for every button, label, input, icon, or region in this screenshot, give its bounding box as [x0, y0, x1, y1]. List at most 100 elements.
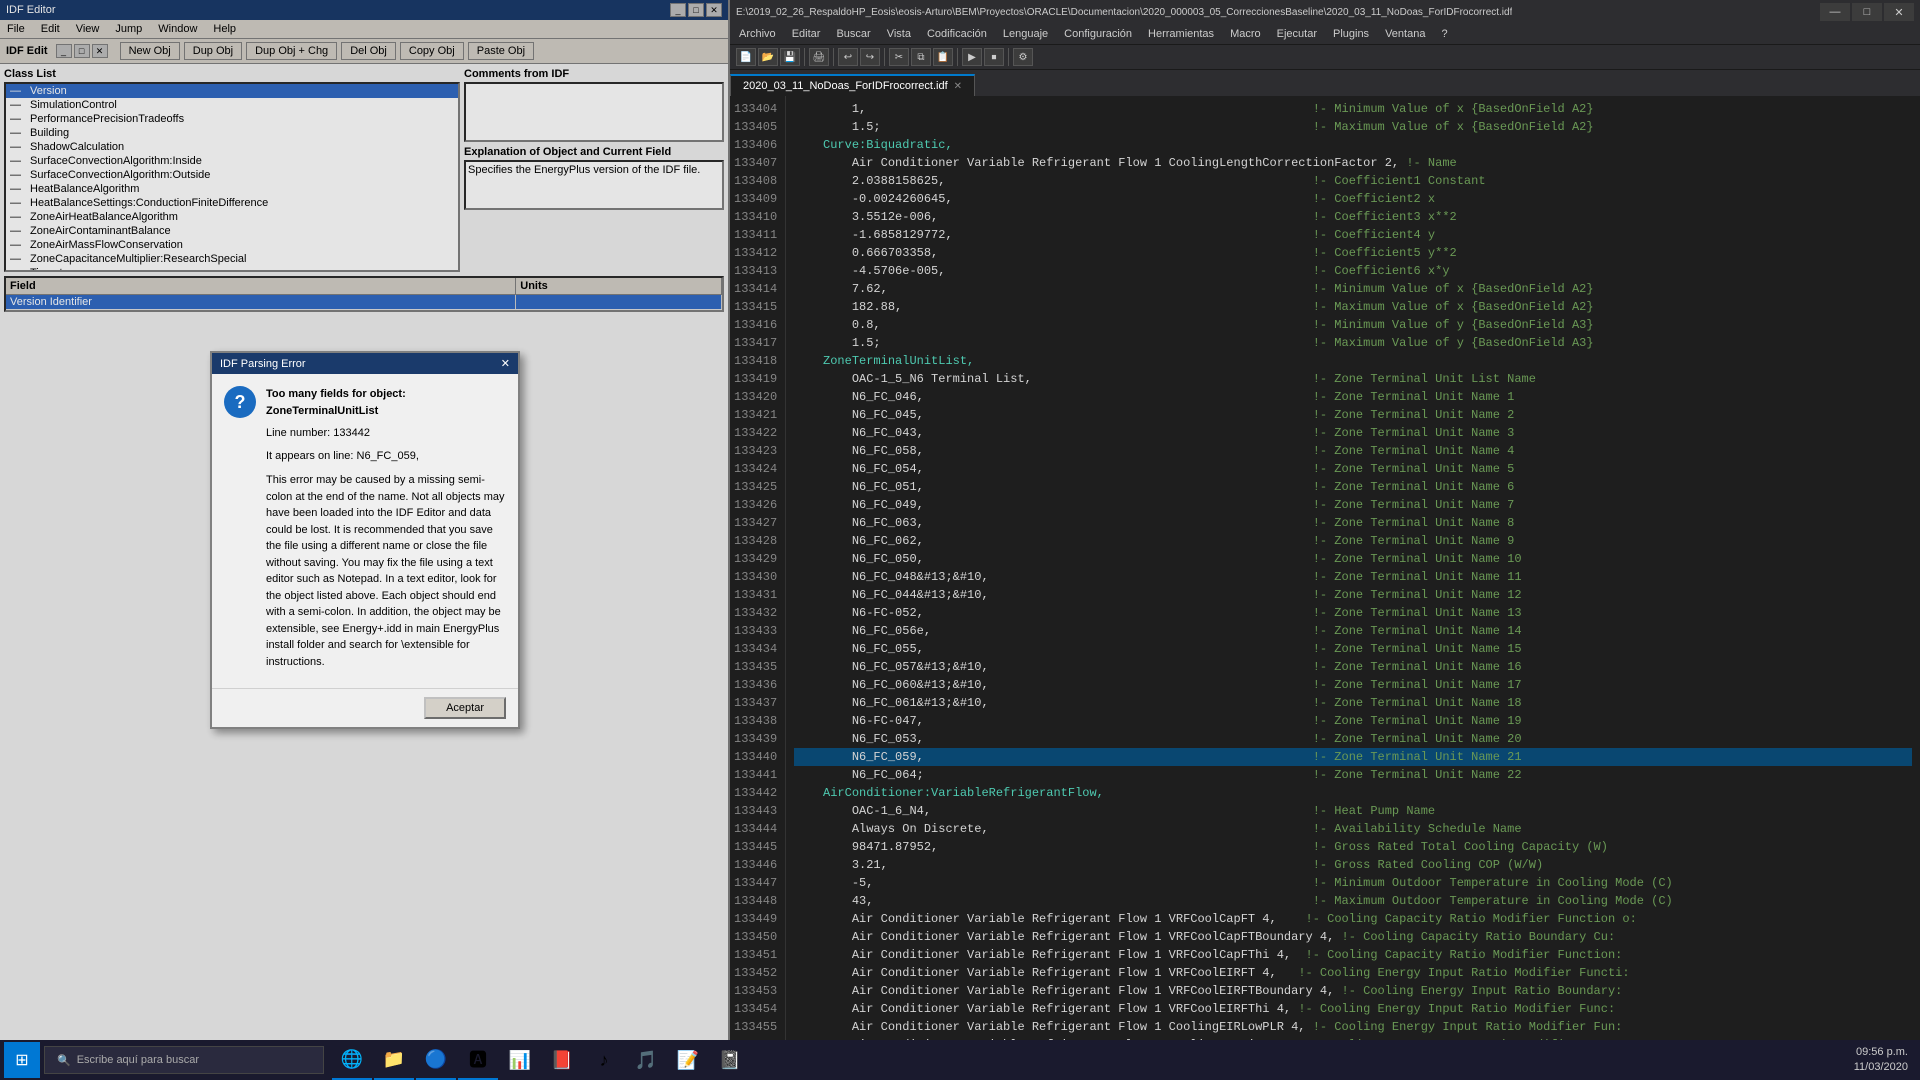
- code-line: N6_FC_056e, !- Zone Terminal Unit Name 1…: [794, 622, 1912, 640]
- code-line: N6_FC_054, !- Zone Terminal Unit Name 5: [794, 460, 1912, 478]
- taskbar-app-pdf[interactable]: 📕: [542, 1040, 582, 1080]
- line-number: 133428: [734, 532, 777, 550]
- code-line: Air Conditioner Variable Refrigerant Flo…: [794, 154, 1912, 172]
- code-line: N6_FC_060&#13;&#10, !- Zone Terminal Uni…: [794, 676, 1912, 694]
- line-number: 133441: [734, 766, 777, 784]
- search-placeholder: Escribe aquí para buscar: [77, 1054, 199, 1066]
- menu-vista[interactable]: Vista: [884, 26, 914, 42]
- code-line: 7.62, !- Minimum Value of x {BasedOnFiel…: [794, 280, 1912, 298]
- code-line: Always On Discrete, !- Availability Sche…: [794, 820, 1912, 838]
- dialog-icon: ?: [224, 386, 256, 418]
- menu-macro[interactable]: Macro: [1227, 26, 1264, 42]
- taskbar-app-chrome[interactable]: 🔵: [416, 1040, 456, 1080]
- line-number: 133451: [734, 946, 777, 964]
- toolbar-copy[interactable]: ⧉: [911, 48, 931, 66]
- editor-tab-bar: 2020_03_11_NoDoas_ForIDFrocorrect.idf ✕: [730, 70, 1920, 96]
- code-line: -5, !- Minimum Outdoor Temperature in Co…: [794, 874, 1912, 892]
- line-number: 133417: [734, 334, 777, 352]
- code-line: 1.5; !- Maximum Value of y {BasedOnField…: [794, 334, 1912, 352]
- line-number: 133408: [734, 172, 777, 190]
- toolbar-redo[interactable]: ↪: [860, 48, 880, 66]
- line-number: 133446: [734, 856, 777, 874]
- line-number: 133450: [734, 928, 777, 946]
- dialog-ok-button[interactable]: Aceptar: [424, 697, 506, 719]
- toolbar-undo[interactable]: ↩: [838, 48, 858, 66]
- editor-tab[interactable]: 2020_03_11_NoDoas_ForIDFrocorrect.idf ✕: [730, 74, 975, 96]
- right-toolbar: 📄 📂 💾 🖨 ↩ ↪ ✂ ⧉ 📋 ▶ ⏹ ⚙: [730, 45, 1920, 70]
- menu-archivo[interactable]: Archivo: [736, 26, 779, 42]
- right-minimize-button[interactable]: —: [1820, 3, 1850, 21]
- code-line: N6_FC_059, !- Zone Terminal Unit Name 21: [794, 748, 1912, 766]
- search-icon: 🔍: [57, 1054, 71, 1067]
- taskbar-right: 09:56 p.m. 11/03/2020: [1854, 1045, 1916, 1076]
- code-line: N6_FC_061&#13;&#10, !- Zone Terminal Uni…: [794, 694, 1912, 712]
- line-number: 133416: [734, 316, 777, 334]
- toolbar-macro[interactable]: ⚙: [1013, 48, 1033, 66]
- code-line: ZoneTerminalUnitList,: [794, 352, 1912, 370]
- editor-area[interactable]: 1334041334051334061334071334081334091334…: [730, 96, 1920, 1064]
- right-close-button[interactable]: ✕: [1884, 3, 1914, 21]
- menu-editar[interactable]: Editar: [789, 26, 824, 42]
- toolbar-stop[interactable]: ⏹: [984, 48, 1004, 66]
- line-number: 133404: [734, 100, 777, 118]
- menu-buscar[interactable]: Buscar: [833, 26, 873, 42]
- code-line: Air Conditioner Variable Refrigerant Flo…: [794, 964, 1912, 982]
- tab-close-button[interactable]: ✕: [954, 81, 962, 92]
- left-panel: IDF Editor _ □ ✕ File Edit View Jump Win…: [0, 0, 730, 1080]
- line-number: 133442: [734, 784, 777, 802]
- taskbar-app-folder[interactable]: 📁: [374, 1040, 414, 1080]
- code-line: Air Conditioner Variable Refrigerant Flo…: [794, 946, 1912, 964]
- toolbar-open[interactable]: 📂: [758, 48, 778, 66]
- toolbar-run[interactable]: ▶: [962, 48, 982, 66]
- code-line: 182.88, !- Maximum Value of x {BasedOnFi…: [794, 298, 1912, 316]
- taskbar-app-acad[interactable]: 🅰: [458, 1040, 498, 1080]
- line-number: 133431: [734, 586, 777, 604]
- right-maximize-button[interactable]: □: [1852, 3, 1882, 21]
- menu-question[interactable]: ?: [1438, 26, 1450, 42]
- code-line: 3.5512e-006, !- Coefficient3 x**2: [794, 208, 1912, 226]
- dialog-close-button[interactable]: ✕: [501, 357, 510, 370]
- menu-ejecutar[interactable]: Ejecutar: [1274, 26, 1320, 42]
- menu-configuracion[interactable]: Configuración: [1061, 26, 1135, 42]
- code-line: N6_FC_043, !- Zone Terminal Unit Name 3: [794, 424, 1912, 442]
- line-number: 133407: [734, 154, 777, 172]
- toolbar-cut[interactable]: ✂: [889, 48, 909, 66]
- taskbar-app-spotify[interactable]: 🎵: [626, 1040, 666, 1080]
- code-line: OAC-1_6_N4, !- Heat Pump Name: [794, 802, 1912, 820]
- taskbar-app-idf[interactable]: 📝: [668, 1040, 708, 1080]
- code-line: N6_FC_053, !- Zone Terminal Unit Name 20: [794, 730, 1912, 748]
- code-line: 43, !- Maximum Outdoor Temperature in Co…: [794, 892, 1912, 910]
- line-number: 133447: [734, 874, 777, 892]
- line-number: 133432: [734, 604, 777, 622]
- toolbar-print[interactable]: 🖨: [809, 48, 829, 66]
- code-line: Air Conditioner Variable Refrigerant Flo…: [794, 982, 1912, 1000]
- menu-ventana[interactable]: Ventana: [1382, 26, 1428, 42]
- taskbar: ⊞ 🔍 Escribe aquí para buscar 🌐 📁 🔵 🅰 📊 📕…: [0, 1040, 1920, 1080]
- menu-plugins[interactable]: Plugins: [1330, 26, 1372, 42]
- line-number: 133435: [734, 658, 777, 676]
- code-line: 1, !- Minimum Value of x {BasedOnField A…: [794, 100, 1912, 118]
- line-number: 133452: [734, 964, 777, 982]
- taskbar-app-npp[interactable]: 📓: [710, 1040, 750, 1080]
- line-number: 133421: [734, 406, 777, 424]
- line-number: 133405: [734, 118, 777, 136]
- taskbar-search[interactable]: 🔍 Escribe aquí para buscar: [44, 1046, 324, 1074]
- toolbar-save[interactable]: 💾: [780, 48, 800, 66]
- menu-lenguaje[interactable]: Lenguaje: [1000, 26, 1051, 42]
- code-line: -1.6858129772, !- Coefficient4 y: [794, 226, 1912, 244]
- toolbar-new[interactable]: 📄: [736, 48, 756, 66]
- taskbar-app-excel[interactable]: 📊: [500, 1040, 540, 1080]
- code-content[interactable]: 1, !- Minimum Value of x {BasedOnField A…: [786, 96, 1920, 1064]
- dialog-title-bar: IDF Parsing Error ✕: [212, 353, 518, 374]
- dialog-overlay: IDF Parsing Error ✕ ? Too many fields fo…: [0, 0, 730, 1080]
- toolbar-paste[interactable]: 📋: [933, 48, 953, 66]
- menu-herramientas[interactable]: Herramientas: [1145, 26, 1217, 42]
- line-number: 133409: [734, 190, 777, 208]
- code-line: 0.8, !- Minimum Value of y {BasedOnField…: [794, 316, 1912, 334]
- code-line: -4.5706e-005, !- Coefficient6 x*y: [794, 262, 1912, 280]
- taskbar-app-music[interactable]: ♪: [584, 1040, 624, 1080]
- taskbar-app-edge[interactable]: 🌐: [332, 1040, 372, 1080]
- dialog-description: This error may be caused by a missing se…: [266, 472, 506, 670]
- start-button[interactable]: ⊞: [4, 1042, 40, 1078]
- menu-codificacion[interactable]: Codificación: [924, 26, 990, 42]
